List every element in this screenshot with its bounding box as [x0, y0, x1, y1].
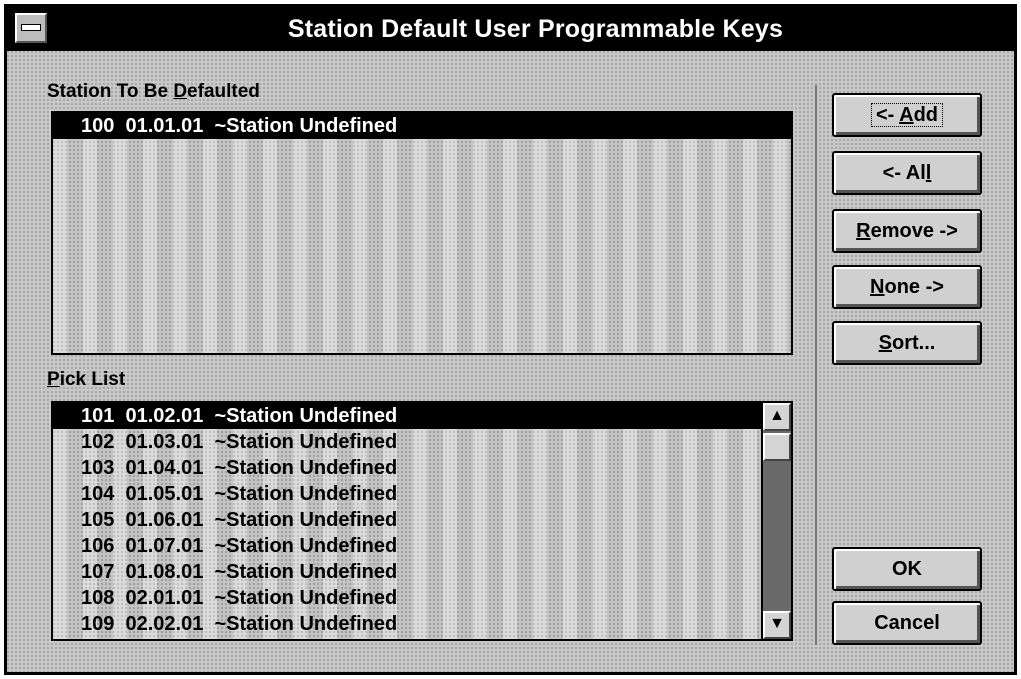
- ok-button[interactable]: OK: [832, 547, 982, 591]
- add-button-label: <- Add: [870, 103, 944, 127]
- pick-list-label: Pick List: [47, 369, 125, 391]
- list-item[interactable]: 102 01.03.01 ~Station Undefined: [53, 429, 791, 455]
- list-item[interactable]: 104 01.05.01 ~Station Undefined: [53, 481, 791, 507]
- dialog-window: Station Default User Programmable Keys S…: [4, 4, 1017, 675]
- list-item[interactable]: 100 01.01.01 ~Station Undefined: [53, 113, 791, 139]
- scroll-thumb[interactable]: [763, 433, 791, 461]
- list-item[interactable]: 107 01.08.01 ~Station Undefined: [53, 559, 791, 585]
- title-bar: Station Default User Programmable Keys: [7, 7, 1014, 51]
- sort-button[interactable]: Sort...: [832, 321, 982, 365]
- station-label-post: efaulted: [187, 81, 260, 102]
- arrow-down-icon: ▼: [769, 615, 785, 632]
- none-button-label: None ->: [870, 276, 944, 298]
- add-button[interactable]: <- Add: [832, 93, 982, 137]
- station-rows: 100 01.01.01 ~Station Undefined: [53, 113, 791, 139]
- scroll-up-button[interactable]: ▲: [763, 403, 791, 431]
- list-item[interactable]: 106 01.07.01 ~Station Undefined: [53, 533, 791, 559]
- list-item[interactable]: 101 01.02.01 ~Station Undefined: [53, 403, 791, 429]
- pick-label-mnemonic: P: [47, 369, 60, 390]
- list-item[interactable]: 108 02.01.01 ~Station Undefined: [53, 585, 791, 611]
- pick-scrollbar[interactable]: ▲ ▼: [761, 403, 791, 639]
- station-label-mnemonic: D: [173, 81, 188, 102]
- add-all-button-label: <- All: [882, 162, 932, 184]
- station-group-label: Station To Be Defaulted: [47, 81, 260, 103]
- none-button[interactable]: None ->: [832, 265, 982, 309]
- system-menu-bar: [21, 24, 41, 31]
- station-label-pre: Station To Be: [47, 81, 174, 102]
- sort-button-label: Sort...: [878, 332, 936, 354]
- panel-divider: [815, 85, 817, 645]
- add-all-button[interactable]: <- All: [832, 151, 982, 195]
- system-menu-icon[interactable]: [15, 13, 47, 43]
- pick-rows: 101 01.02.01 ~Station Undefined 102 01.03…: [53, 403, 791, 637]
- scroll-down-button[interactable]: ▼: [763, 611, 791, 639]
- remove-button[interactable]: Remove ->: [832, 209, 982, 253]
- cancel-button-label: Cancel: [874, 612, 940, 634]
- cancel-button[interactable]: Cancel: [832, 601, 982, 645]
- remove-button-label: Remove ->: [856, 220, 958, 242]
- list-item[interactable]: 103 01.04.01 ~Station Undefined: [53, 455, 791, 481]
- station-listbox[interactable]: 100 01.01.01 ~Station Undefined: [51, 111, 793, 355]
- window-title: Station Default User Programmable Keys: [287, 15, 784, 43]
- pick-label-post: ick List: [59, 369, 126, 390]
- list-item[interactable]: 109 02.02.01 ~Station Undefined: [53, 611, 791, 637]
- ok-button-label: OK: [892, 558, 922, 580]
- list-item[interactable]: 105 01.06.01 ~Station Undefined: [53, 507, 791, 533]
- arrow-up-icon: ▲: [769, 407, 785, 424]
- pick-listbox[interactable]: 101 01.02.01 ~Station Undefined 102 01.03…: [51, 401, 793, 641]
